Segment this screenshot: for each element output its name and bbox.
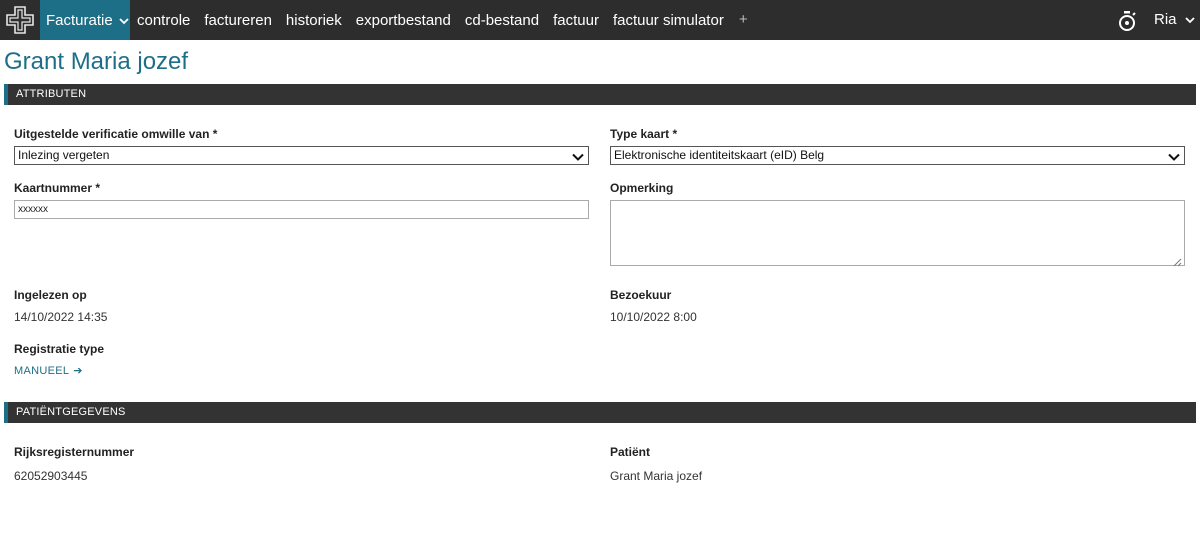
nav-item-historiek[interactable]: historiek [279,0,349,40]
cross-logo-icon[interactable] [0,0,40,40]
card-number-label: Kaartnummer * [14,181,101,195]
chevron-down-icon [1184,0,1195,41]
nav-item-factuur[interactable]: factuur [546,0,606,40]
read-on-label: Ingelezen op [14,288,87,302]
rrn-value: 62052903445 [14,469,88,483]
section-header-patientgegevens: PATIËNTGEGEVENS [4,402,1196,423]
nav-item-factureren[interactable]: factureren [197,0,279,40]
visit-time-value: 10/10/2022 8:00 [610,310,697,324]
registration-type-value: MANUEEL [14,364,70,377]
card-number-input[interactable]: xxxxxx [14,200,589,219]
user-name: Ria [1154,11,1177,28]
chevron-down-icon [1168,150,1180,161]
reason-selected-value: Inlezing vergeten [18,148,110,162]
nav-item-exportbestand[interactable]: exportbestand [349,0,458,40]
arrow-right-icon: ➔ [73,365,83,377]
section-header-attributen: ATTRIBUTEN [4,84,1196,105]
app-menu-label: Facturatie [46,11,113,29]
user-menu[interactable]: Ria [1154,0,1195,40]
stopwatch-icon[interactable] [1116,10,1138,32]
top-navigation-bar: Facturatie controle factureren historiek… [0,0,1200,40]
nav-item-cd-bestand[interactable]: cd-bestand [458,0,546,40]
remark-textarea[interactable] [610,200,1185,267]
card-type-label: Type kaart * [610,127,678,141]
visit-time-label: Bezoekuur [610,288,672,302]
registration-type-link[interactable]: MANUEEL ➔ [14,364,83,378]
page-title: Grant Maria jozef [4,48,189,75]
main-nav: controle factureren historiek exportbest… [130,0,756,40]
patient-value: Grant Maria jozef [610,469,703,483]
app-menu-facturatie[interactable]: Facturatie [40,0,130,40]
card-type-selected-value: Elektronische identiteitskaart (eID) Bel… [614,148,825,162]
registration-type-label: Registratie type [14,342,105,356]
remark-label: Opmerking [610,181,674,195]
nav-item-controle[interactable]: controle [130,0,197,40]
chevron-down-icon [572,150,584,161]
resize-grip-icon[interactable] [1173,254,1182,267]
add-tab-button[interactable]: + [731,0,756,41]
card-type-select[interactable]: Elektronische identiteitskaart (eID) Bel… [610,146,1185,165]
rrn-label: Rijksregisternummer [14,445,135,459]
nav-item-factuur-simulator[interactable]: factuur simulator [606,0,731,40]
reason-select[interactable]: Inlezing vergeten [14,146,589,165]
reason-label: Uitgestelde verificatie omwille van * [14,127,218,141]
read-on-value: 14/10/2022 14:35 [14,310,108,324]
patient-label: Patiënt [610,445,651,459]
chevron-down-icon [119,12,129,29]
